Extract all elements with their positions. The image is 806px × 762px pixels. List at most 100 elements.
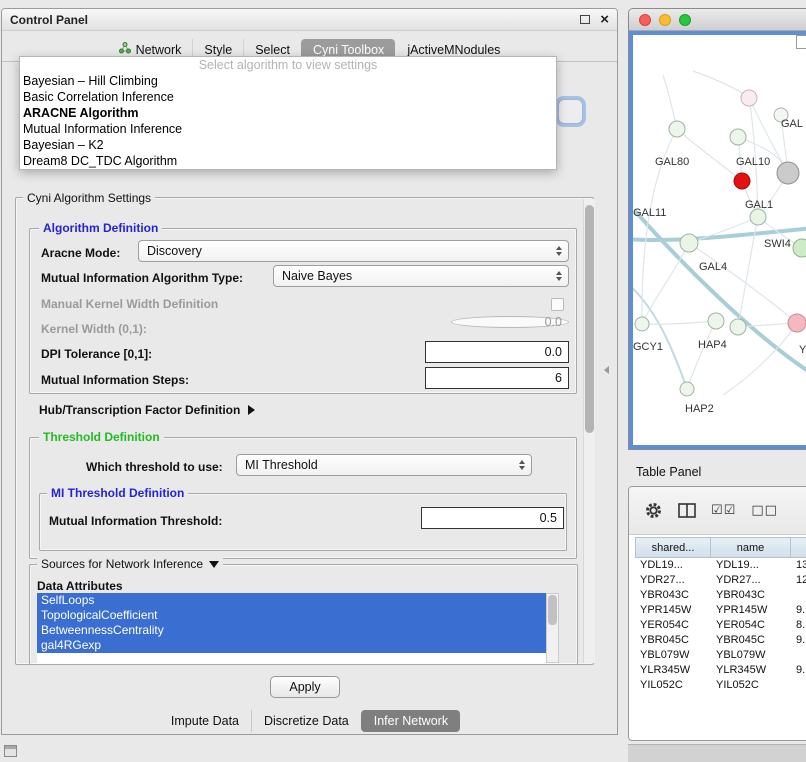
manual-kernel-label: Manual Kernel Width Definition <box>41 297 218 311</box>
deselect-all-icon[interactable]: □□ <box>751 503 778 518</box>
attribute-item[interactable]: gal4RGexp <box>37 638 546 653</box>
sources-title: Sources for Network Inference <box>41 557 203 571</box>
table-row[interactable]: YDR27...YDR27...12 <box>635 573 806 588</box>
minimize-traffic-light-icon[interactable] <box>659 14 671 26</box>
settings-gear-icon[interactable] <box>644 501 663 520</box>
data-attributes-label: Data Attributes <box>37 579 123 593</box>
apply-button[interactable]: Apply <box>270 676 340 698</box>
table-row[interactable]: YBL079WYBL079W <box>635 648 806 663</box>
close-icon[interactable]: × <box>600 13 609 27</box>
splitter-collapse-icon[interactable] <box>604 366 609 374</box>
table-cell: YIL052C <box>711 678 791 693</box>
algorithm-option[interactable]: Dream8 DC_TDC Algorithm <box>20 153 556 169</box>
algorithm-option[interactable]: ARACNE Algorithm <box>20 105 556 121</box>
combo-arrows-icon <box>556 246 562 256</box>
mi-steps-input[interactable]: 6 <box>425 367 569 389</box>
network-node[interactable] <box>730 129 746 145</box>
network-canvas[interactable]: GALGAL80GAL10GAL11GAL1SWI4GAL4GCY1HAP4YH… <box>629 31 806 449</box>
network-node[interactable] <box>777 162 799 184</box>
network-node[interactable] <box>680 382 694 396</box>
table-cell: 9. <box>791 663 806 678</box>
tab-impute-data[interactable]: Impute Data <box>159 710 251 732</box>
panel-title: Control Panel <box>10 13 88 27</box>
network-window-titlebar[interactable] <box>629 9 806 31</box>
column-header[interactable] <box>790 537 806 558</box>
mi-steps-value: 6 <box>555 371 562 385</box>
table-row[interactable]: YER054CYER054C8. <box>635 618 806 633</box>
hub-definition-expander[interactable]: Hub/Transcription Factor Definition <box>39 403 255 417</box>
algorithm-option[interactable]: Bayesian – Hill Climbing <box>20 73 556 89</box>
combo-arrows-icon <box>519 460 525 470</box>
table-cell: 9. <box>791 633 806 648</box>
data-attributes-list: SelfLoopsTopologicalCoefficientBetweenne… <box>37 593 546 663</box>
table-row[interactable]: YDL19...YDL19...13 <box>635 558 806 573</box>
table-row[interactable]: YBR045CYBR045C9. <box>635 633 806 648</box>
table-cell: YLR345W <box>711 663 791 678</box>
algorithm-selector-button[interactable] <box>558 99 583 124</box>
table-cell <box>791 648 806 663</box>
sources-expander[interactable]: Sources for Network Inference <box>37 557 223 571</box>
network-edge[interactable] <box>689 217 758 243</box>
network-edge[interactable] <box>642 243 689 324</box>
node-label: GAL11 <box>633 207 666 219</box>
aracne-mode-select[interactable]: Discovery <box>138 240 569 262</box>
network-node[interactable] <box>793 239 806 257</box>
network-node[interactable] <box>635 317 649 331</box>
which-threshold-select[interactable]: MI Threshold <box>236 454 532 476</box>
settings-scrollbar[interactable] <box>583 199 595 663</box>
select-all-icon[interactable]: ☑☑ <box>711 503 736 518</box>
zoom-traffic-light-icon[interactable] <box>679 14 691 26</box>
table-cell: 12 <box>791 573 806 588</box>
birdseye-view-icon[interactable] <box>796 35 806 49</box>
network-node[interactable] <box>730 319 746 335</box>
tab-label: Style <box>204 43 232 57</box>
network-edge[interactable] <box>642 321 716 324</box>
column-header[interactable]: name <box>710 537 791 558</box>
close-traffic-light-icon[interactable] <box>639 14 651 26</box>
mi-type-select[interactable]: Naive Bayes <box>273 265 569 287</box>
dpi-tolerance-value: 0.0 <box>545 345 562 359</box>
table-cell: YLR345W <box>635 663 711 678</box>
table-cell: 8. <box>791 618 806 633</box>
control-panel-titlebar[interactable]: Control Panel × <box>2 9 617 31</box>
algorithm-option[interactable]: Mutual Information Inference <box>20 121 556 137</box>
network-node[interactable] <box>680 234 698 252</box>
table-cell: YDL19... <box>635 558 711 573</box>
network-edge[interactable] <box>633 283 687 389</box>
attribute-item[interactable]: BetweennessCentrality <box>37 623 546 638</box>
attribute-item[interactable]: SelfLoops <box>37 593 546 608</box>
minimized-panel-icon[interactable] <box>4 745 17 757</box>
network-node[interactable] <box>750 209 766 225</box>
tab-discretize-data[interactable]: Discretize Data <box>251 710 361 732</box>
dpi-tolerance-input[interactable]: 0.0 <box>425 341 569 363</box>
attribute-item[interactable]: TopologicalCoefficient <box>37 608 546 623</box>
table-row[interactable]: YBR043CYBR043C <box>635 588 806 603</box>
float-window-icon[interactable] <box>580 15 590 24</box>
network-node[interactable] <box>741 90 757 106</box>
network-view-window: GALGAL80GAL10GAL11GAL1SWI4GAL4GCY1HAP4YH… <box>628 8 806 450</box>
node-label: SWI4 <box>764 238 791 250</box>
tab-infer-network[interactable]: Infer Network <box>361 710 460 732</box>
table-body: YDL19...YDL19...13YDR27...YDR27...12YBR0… <box>635 558 806 693</box>
attribute-list-scrollbar[interactable] <box>546 593 559 663</box>
algorithm-option[interactable]: Basic Correlation Inference <box>20 89 556 105</box>
table-row[interactable]: YIL052CYIL052C <box>635 678 806 693</box>
table-row[interactable]: YLR345WYLR345W9. <box>635 663 806 678</box>
mi-threshold-input[interactable]: 0.5 <box>421 507 564 529</box>
columns-icon[interactable] <box>678 503 696 518</box>
algorithm-option-list: Bayesian – Hill ClimbingBasic Correlatio… <box>20 73 556 169</box>
column-header[interactable]: shared... <box>635 537 711 558</box>
table-row[interactable]: YPR145WYPR145W9. <box>635 603 806 618</box>
network-edge[interactable] <box>693 71 749 98</box>
network-node[interactable] <box>708 313 724 329</box>
scrollbar-thumb[interactable] <box>585 205 594 433</box>
algorithm-option[interactable]: Bayesian – K2 <box>20 137 556 153</box>
node-label: GAL80 <box>655 156 689 168</box>
network-node[interactable] <box>669 121 685 137</box>
bottom-tab-bar: Impute DataDiscretize DataInfer Network <box>2 709 617 733</box>
table-cell: YER054C <box>635 618 711 633</box>
node-label: Y <box>799 344 806 356</box>
network-node[interactable] <box>734 173 750 189</box>
network-node[interactable] <box>788 314 806 332</box>
network-edge[interactable] <box>687 321 716 389</box>
